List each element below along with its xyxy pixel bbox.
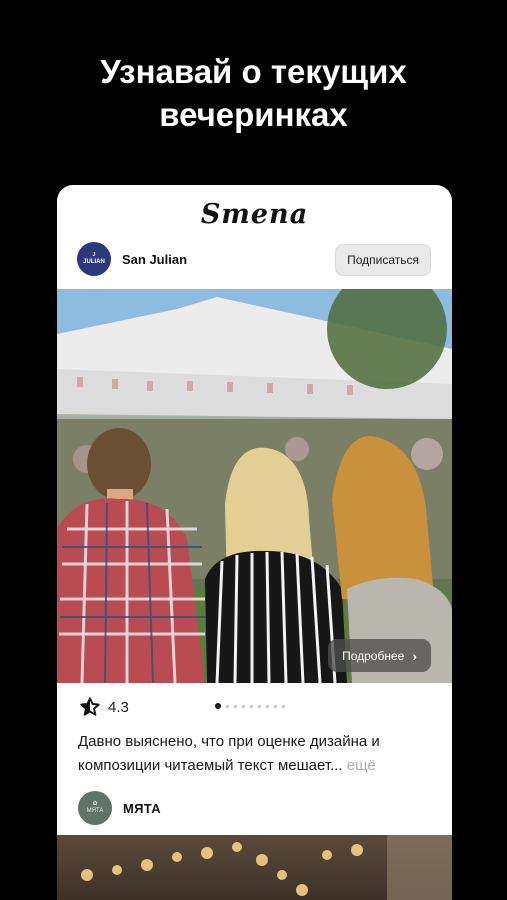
event-description[interactable]: Давно выяснено, что при оценке дизайна и…	[78, 730, 438, 778]
subscribe-button[interactable]: Подписаться	[335, 244, 431, 276]
carousel-dot[interactable]	[258, 704, 261, 708]
venue-avatar-2[interactable]: ✿ МЯТА	[78, 791, 112, 825]
carousel-dot[interactable]	[226, 704, 229, 708]
carousel-dot[interactable]	[266, 704, 269, 708]
details-label: Подробнее	[342, 648, 405, 663]
headline-line-2: вечеринках	[159, 96, 348, 133]
event-photo[interactable]	[57, 289, 452, 683]
rating[interactable]: 4.3	[79, 696, 129, 718]
headline: Узнавай о текущих вечеринках	[0, 50, 507, 136]
carousel-dot[interactable]	[234, 704, 237, 708]
event-photo-2-illustration	[81, 835, 452, 900]
venue-avatar[interactable]: J JULIAN	[77, 242, 111, 276]
feed-card: Smena J JULIAN San Julian Подписаться По…	[57, 185, 452, 900]
venue-avatar-2-text: МЯТА	[86, 808, 104, 814]
carousel-dot[interactable]	[250, 704, 253, 708]
description-text: Давно выяснено, что при оценке дизайна и…	[78, 733, 380, 774]
venue-name-2[interactable]: МЯТА	[123, 801, 161, 816]
carousel-dot[interactable]	[282, 704, 285, 708]
event-photo-2[interactable]	[57, 835, 452, 900]
carousel-dot[interactable]	[242, 704, 245, 708]
star-half-icon	[80, 697, 100, 716]
headline-line-1: Узнавай о текущих	[100, 53, 407, 90]
carousel-dot[interactable]	[215, 703, 221, 709]
details-button[interactable]: Подробнее ›	[328, 639, 431, 672]
venue-name[interactable]: San Julian	[122, 252, 187, 267]
carousel-dot[interactable]	[274, 704, 277, 708]
venue-avatar-text: JULIAN	[83, 259, 105, 265]
show-more-link[interactable]: ещё	[347, 757, 376, 774]
carousel-indicator	[215, 703, 285, 709]
venue-header[interactable]: J JULIAN San Julian	[77, 242, 187, 276]
event-photo-illustration	[57, 289, 452, 683]
chevron-right-icon: ›	[412, 647, 417, 664]
venue-header-2[interactable]: ✿ МЯТА МЯТА	[78, 791, 161, 825]
app-logo: Smena	[200, 199, 309, 230]
rating-value: 4.3	[108, 698, 129, 716]
